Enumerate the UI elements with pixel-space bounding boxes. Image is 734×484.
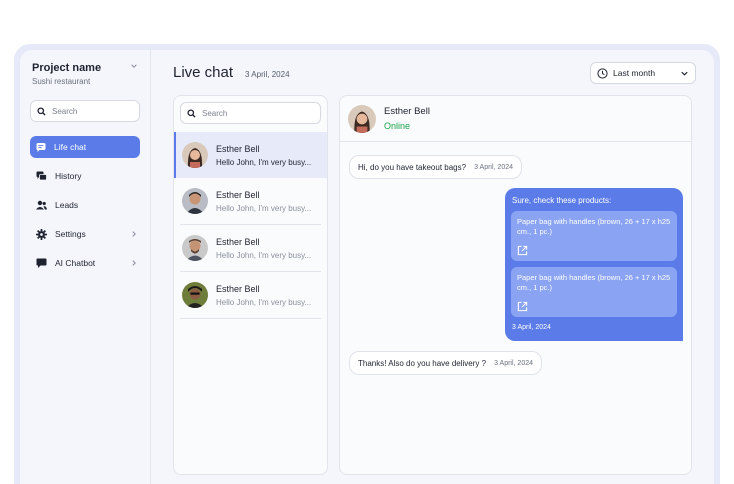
app-window: Project name Sushi restaurant Life chat … — [20, 50, 714, 484]
product-card[interactable]: Paper bag with handles (brown, 26 + 17 x… — [511, 267, 677, 317]
message-time: 3 April, 2024 — [474, 163, 513, 171]
avatar — [182, 235, 208, 261]
sidebar-item-leads[interactable]: Leads — [30, 194, 140, 216]
contact-item[interactable]: Esther Bell Hello John, I'm very busy... — [174, 272, 327, 318]
chevron-right-icon — [132, 260, 136, 266]
clock-icon — [597, 67, 608, 79]
sidebar-item-label: Settings — [55, 229, 86, 239]
outgoing-message: Sure, check these products: Paper bag wi… — [505, 188, 683, 341]
product-title: Paper bag with handles (brown, 26 + 17 x… — [517, 273, 671, 292]
chevron-right-icon — [132, 231, 136, 237]
contact-preview: Hello John, I'm very busy... — [216, 203, 312, 213]
period-select-value: Last month — [613, 68, 656, 78]
sidebar-item-ai-chatbot[interactable]: AI Chatbot — [30, 252, 140, 274]
sidebar-item-label: Leads — [55, 200, 79, 210]
sidebar-item-life-chat[interactable]: Life chat — [30, 136, 140, 158]
avatar — [348, 104, 376, 133]
gear-icon — [36, 228, 47, 240]
chat-header: Esther Bell Online — [340, 96, 691, 142]
message-text: Sure, check these products: — [512, 196, 612, 205]
product-card[interactable]: Paper bag with handles (brown, 26 + 17 x… — [511, 211, 677, 261]
chat-contact-name: Esther Bell — [384, 106, 430, 117]
divider — [180, 318, 321, 319]
sidebar-search[interactable] — [30, 100, 140, 122]
contact-item[interactable]: Esther Bell Hello John, I'm very busy... — [174, 225, 327, 271]
sidebar-search-input[interactable] — [52, 106, 132, 116]
message-text: Hi, do you have takeout bags? — [358, 162, 467, 172]
external-link-icon[interactable] — [517, 301, 528, 312]
project-name: Project name — [32, 62, 102, 74]
chatbot-icon — [36, 258, 47, 268]
message-time: 3 April, 2024 — [512, 324, 551, 331]
app-frame: Project name Sushi restaurant Life chat … — [14, 44, 720, 484]
product-title: Paper bag with handles (brown, 26 + 17 x… — [517, 217, 671, 236]
contact-item[interactable]: Esther Bell Hello John, I'm very busy... — [174, 178, 327, 224]
contact-name: Esther Bell — [216, 236, 260, 247]
chat-icon — [36, 143, 46, 152]
page-header: Live chat 3 April, 2024 — [173, 64, 290, 81]
incoming-message: Thanks! Also do you have delivery ? 3 Ap… — [349, 351, 542, 375]
chevron-down-icon — [131, 64, 137, 68]
project-switcher[interactable]: Project name Sushi restaurant — [30, 62, 140, 86]
contact-name: Esther Bell — [216, 189, 260, 200]
chat-panel: Esther Bell Online Hi, do you have takeo… — [339, 95, 692, 475]
history-icon — [36, 171, 47, 181]
contact-preview: Hello John, I'm very busy... — [216, 297, 312, 307]
sidebar-nav: Life chat History Leads Settings AI Chat… — [30, 136, 140, 274]
search-icon — [187, 108, 196, 118]
search-icon — [37, 106, 46, 116]
sidebar-item-label: History — [55, 171, 82, 181]
external-link-icon[interactable] — [517, 245, 528, 256]
message-text: Thanks! Also do you have delivery ? — [358, 358, 487, 368]
avatar — [182, 188, 208, 214]
contact-preview: Hello John, I'm very busy... — [216, 157, 312, 167]
page-title: Live chat — [173, 64, 234, 81]
sidebar-item-label: Life chat — [54, 142, 87, 152]
sidebar-item-history[interactable]: History — [30, 165, 140, 187]
main-content: Live chat 3 April, 2024 Last month Esthe… — [151, 50, 714, 484]
sidebar-item-settings[interactable]: Settings — [30, 223, 140, 245]
avatar — [182, 282, 208, 308]
sidebar: Project name Sushi restaurant Life chat … — [20, 50, 151, 484]
page-date: 3 April, 2024 — [245, 70, 290, 79]
contacts-search-input[interactable] — [202, 108, 282, 118]
contacts-search[interactable] — [180, 102, 321, 124]
incoming-message: Hi, do you have takeout bags? 3 April, 2… — [349, 155, 522, 179]
chat-status: Online — [384, 121, 411, 131]
contacts-panel: Esther BellHello John, I'm very busy... … — [173, 95, 328, 475]
message-time: 3 April, 2024 — [494, 359, 533, 367]
contact-name: Esther Bell — [216, 283, 260, 294]
chevron-down-icon — [681, 71, 688, 76]
contact-name: Esther Bell — [216, 143, 260, 154]
sidebar-item-label: AI Chatbot — [55, 258, 96, 268]
period-select[interactable]: Last month — [590, 62, 696, 84]
project-subtitle: Sushi restaurant — [32, 77, 91, 86]
leads-icon — [36, 200, 47, 210]
avatar — [182, 142, 208, 168]
contact-preview: Hello John, I'm very busy... — [216, 250, 312, 260]
contact-item[interactable]: Esther Bell Hello John, I'm very busy... — [174, 132, 327, 178]
